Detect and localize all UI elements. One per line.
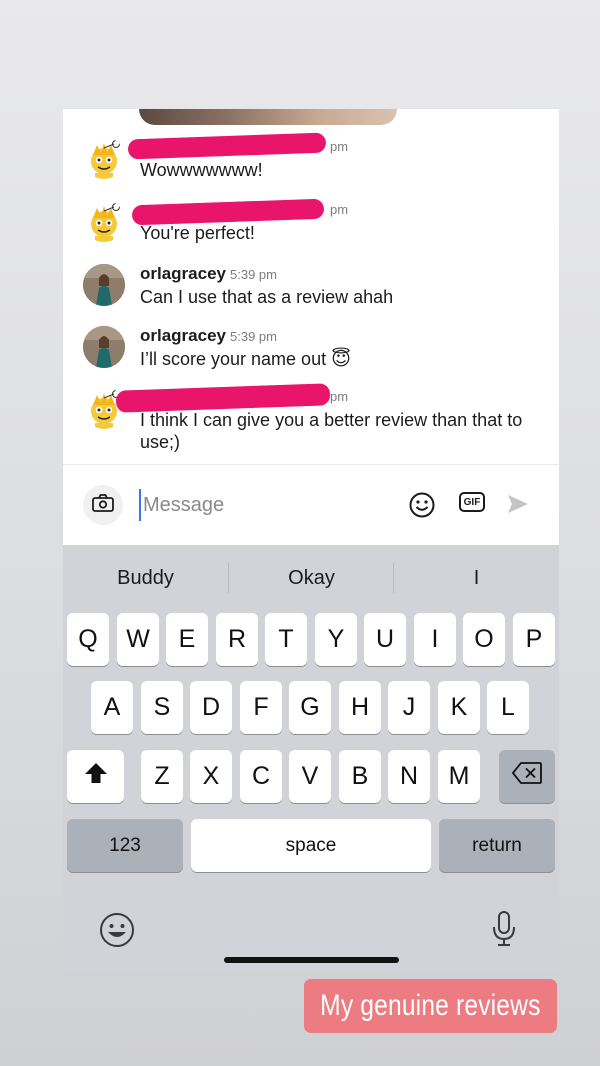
key-e[interactable]: E [166,613,208,666]
space-key[interactable]: space [191,819,431,872]
redaction-mark [127,132,327,160]
backspace-key[interactable] [499,750,555,803]
timestamp: pm [330,139,349,154]
send-icon [506,493,530,520]
shift-key[interactable] [67,750,124,803]
message-text: Wowwwwwww! [140,160,263,180]
key-q[interactable]: Q [67,613,109,666]
timestamp: 5:39 pm [230,267,277,282]
timestamp: pm [330,389,349,404]
dictation-button[interactable] [491,910,517,953]
key-u[interactable]: U [364,613,406,666]
key-b[interactable]: B [339,750,381,803]
sticker-text: My genuine reviews [320,989,541,1022]
key-s[interactable]: S [141,681,183,734]
profile-photo-avatar[interactable] [83,326,125,368]
message-header: orlagracey 5:39 pm [140,326,550,348]
key-m[interactable]: M [438,750,480,803]
gif-label: GIF [463,496,481,508]
key-v[interactable]: V [289,750,331,803]
redaction-mark [131,198,325,226]
shift-icon [84,762,108,791]
message-text: Can I use that as a review ahah [140,287,394,307]
username[interactable]: orlagracey [140,264,226,283]
key-i[interactable]: I [414,613,456,666]
key-x[interactable]: X [190,750,232,803]
suggestion-item[interactable]: Okay [229,545,394,611]
key-w[interactable]: W [117,613,159,666]
numbers-key[interactable]: 123 [67,819,183,872]
key-c[interactable]: C [240,750,282,803]
snoo-avatar[interactable] [83,137,125,179]
key-o[interactable]: O [463,613,505,666]
home-indicator [224,957,399,963]
return-key[interactable]: return [439,819,555,872]
backspace-icon [511,762,542,791]
send-button[interactable] [506,493,530,520]
message-header: pm [131,198,550,226]
key-f[interactable]: F [240,681,282,734]
key-r[interactable]: R [216,613,258,666]
key-g[interactable]: G [289,681,331,734]
shared-photo-preview[interactable] [139,109,397,125]
key-y[interactable]: Y [315,613,357,666]
key-h[interactable]: H [339,681,381,734]
predictive-text-bar: Buddy Okay I [63,545,559,611]
key-l[interactable]: L [487,681,529,734]
chat-card: pm Wowwwwwww! pm You're perfect! orlagra… [63,109,559,973]
halo-emoji: 😇 [331,349,351,370]
microphone-icon [491,910,517,953]
message-text: I’ll score your name out 😇 [140,348,550,371]
snoo-avatar[interactable] [83,200,125,242]
suggestion-item[interactable]: Buddy [63,545,228,611]
suggestion-item[interactable]: I [394,545,559,611]
redaction-mark [115,383,331,413]
timestamp: pm [330,202,349,217]
gif-icon: GIF [459,492,485,512]
gif-button[interactable]: GIF [459,492,485,512]
emoji-icon [408,491,436,524]
message-text: You're perfect! [140,223,255,243]
key-k[interactable]: K [438,681,480,734]
key-z[interactable]: Z [141,750,183,803]
emoji-keyboard-icon [99,912,135,953]
emoji-keyboard-button[interactable] [99,912,135,953]
message-input[interactable] [139,489,389,521]
message-header: pm [127,132,550,160]
message-text: I think I can give you a better review t… [140,410,523,452]
ios-keyboard: Buddy Okay I Q W E R T Y U I O P A S D F… [63,545,559,973]
emoji-button[interactable] [408,491,436,524]
key-a[interactable]: A [91,681,133,734]
message-header: orlagracey 5:39 pm [140,264,550,286]
key-n[interactable]: N [388,750,430,803]
message-text-content: I’ll score your name out [140,349,327,369]
key-j[interactable]: J [388,681,430,734]
camera-icon [92,493,114,517]
key-p[interactable]: P [513,613,555,666]
key-t[interactable]: T [265,613,307,666]
story-text-sticker: My genuine reviews [304,979,557,1033]
username[interactable]: orlagracey [140,326,226,345]
message-header: pm [115,383,550,413]
profile-photo-avatar[interactable] [83,264,125,306]
compose-bar: GIF [63,464,559,545]
key-d[interactable]: D [190,681,232,734]
camera-button[interactable] [83,485,123,525]
timestamp: 5:39 pm [230,329,277,344]
